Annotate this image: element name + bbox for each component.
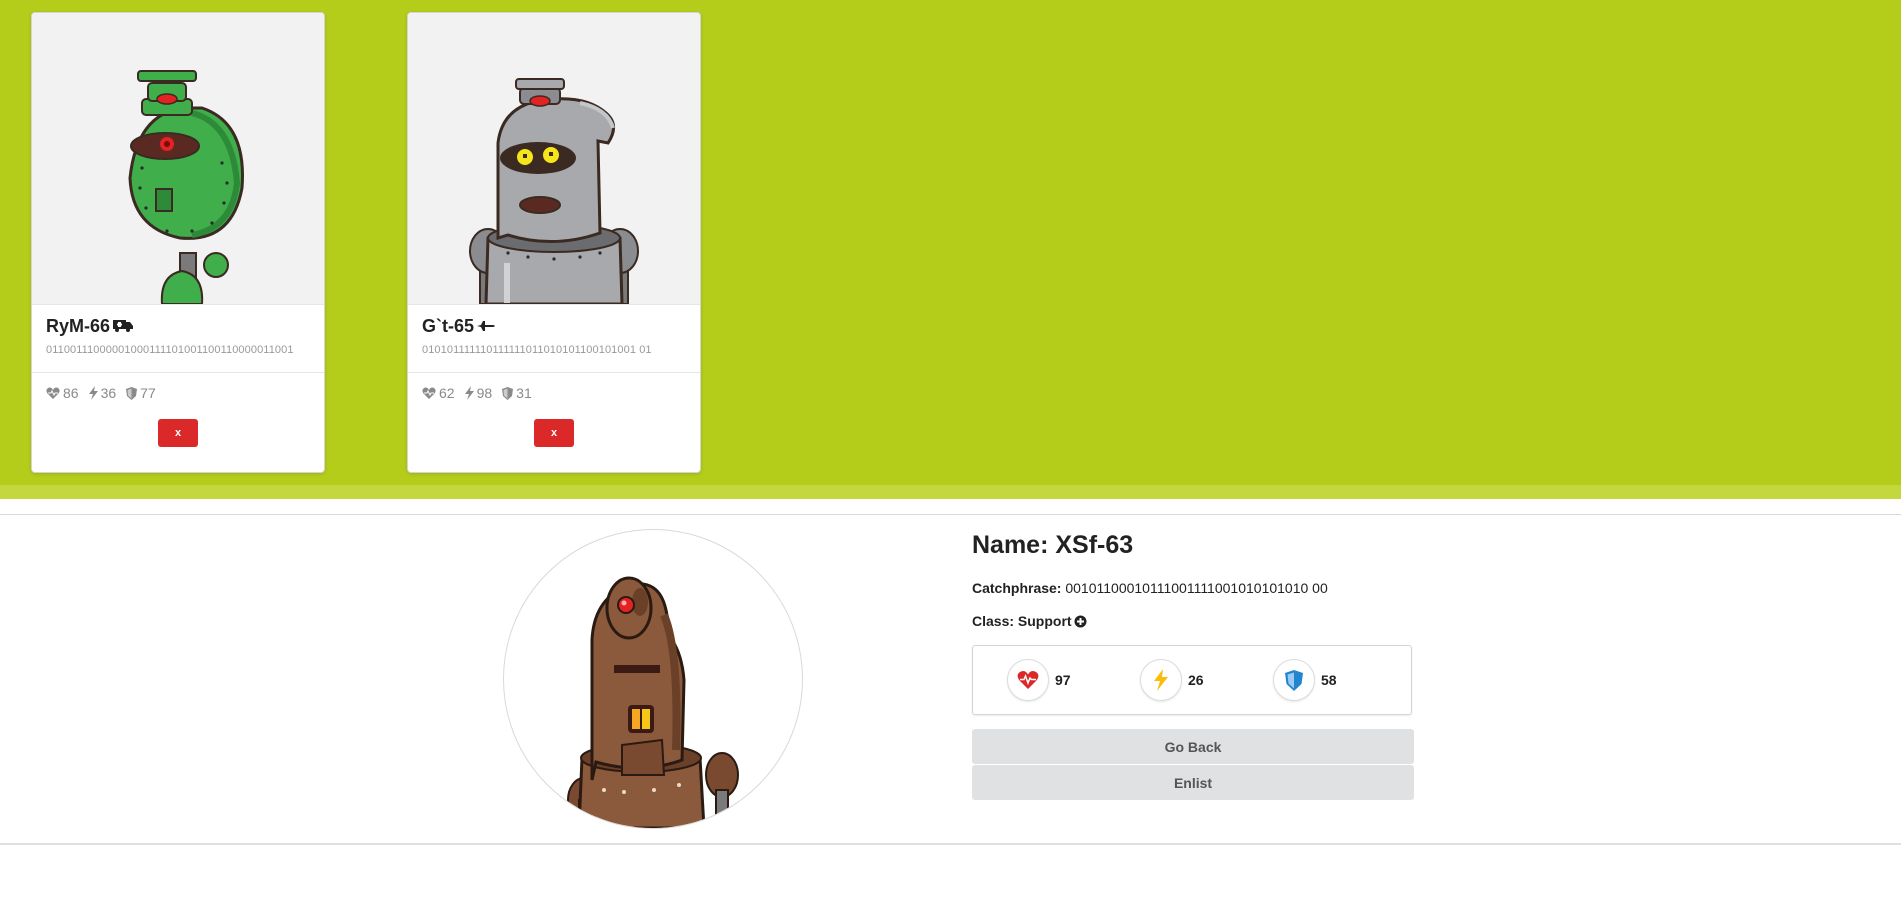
catchphrase-line: Catchphrase: 001011000101110011110010101…	[972, 580, 1414, 596]
shield-icon	[502, 386, 514, 400]
class-label: Class: Support	[972, 613, 1072, 629]
army-panel-edge	[0, 485, 1901, 499]
go-back-button[interactable]: Go Back	[972, 729, 1414, 764]
attack-stat: 26	[1140, 659, 1273, 701]
health-value: 97	[1055, 672, 1071, 688]
stats-panel: 97 26 58	[972, 645, 1412, 715]
attack-value: 26	[1188, 672, 1204, 688]
defense-value: 31	[516, 385, 532, 401]
robot-image	[32, 13, 324, 305]
catchphrase-label: Catchphrase:	[972, 580, 1062, 596]
shield-icon	[126, 386, 138, 400]
robot-card[interactable]: RyM-66 011001110000010001111010011001100…	[31, 12, 325, 473]
lightning-icon	[88, 386, 98, 400]
defense-stat: 58	[1273, 659, 1406, 701]
robot-name-text: G`t-65	[422, 316, 475, 336]
health-value: 62	[439, 385, 455, 401]
remove-robot-button[interactable]: x	[158, 419, 198, 447]
robot-name: RyM-66	[46, 316, 310, 337]
lightning-icon	[1140, 659, 1182, 701]
robot-stats: 86 36 77	[32, 373, 324, 401]
defense-value: 58	[1321, 672, 1337, 688]
robot-avatar	[503, 529, 803, 829]
heartbeat-icon	[46, 387, 60, 399]
attack-value: 36	[100, 385, 117, 401]
health-stat: 97	[1007, 659, 1140, 701]
robot-name: G`t-65	[422, 316, 686, 337]
defense-value: 77	[140, 385, 156, 401]
section-divider	[0, 514, 1901, 515]
attack-value: 98	[476, 385, 493, 401]
catchphrase-value: 00101100010111001111001010101010 00	[1065, 580, 1328, 596]
section-divider	[0, 843, 1901, 845]
shield-icon	[1273, 659, 1315, 701]
heartbeat-icon	[1007, 659, 1049, 701]
lightning-icon	[464, 386, 474, 400]
robot-code: 010101111110111111011010101100101001 01	[422, 344, 652, 356]
robot-card[interactable]: G`t-65 010101111110111111011010101100101…	[407, 12, 701, 473]
robot-stats: 62 98 31	[408, 373, 700, 401]
class-line: Class: Support	[972, 613, 1414, 629]
health-value: 86	[63, 385, 79, 401]
robot-code: 0110011100000100011110100110011000001100…	[46, 344, 294, 356]
enlist-button[interactable]: Enlist	[972, 765, 1414, 800]
ambulance-icon	[113, 316, 134, 337]
plane-icon	[477, 316, 497, 337]
remove-robot-button[interactable]: x	[534, 419, 574, 447]
robot-detail: Name: XSf-63 Catchphrase: 00101100010111…	[972, 528, 1414, 800]
plus-circle-icon	[1074, 615, 1087, 628]
robot-image	[408, 13, 700, 305]
heartbeat-icon	[422, 387, 436, 399]
detail-name: Name: XSf-63	[972, 531, 1134, 559]
robot-name-text: RyM-66	[46, 316, 111, 336]
